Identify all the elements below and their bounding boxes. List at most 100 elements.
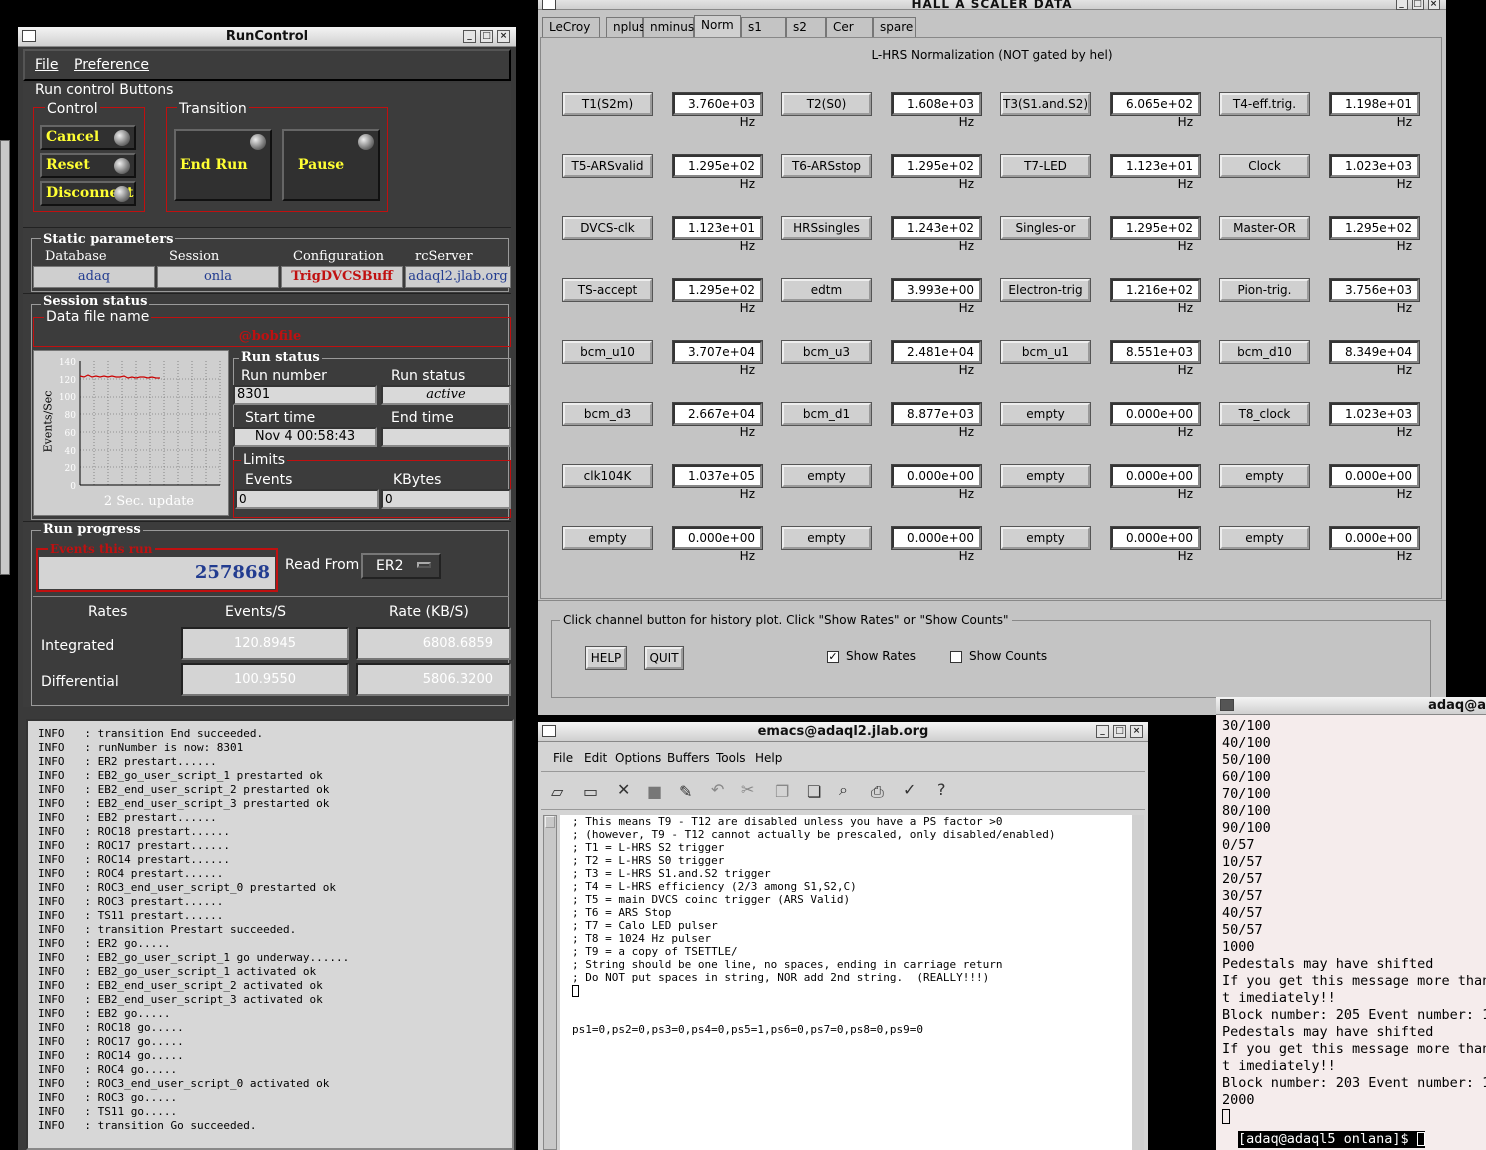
- events-limit-input[interactable]: 0: [235, 489, 379, 509]
- minimize-icon[interactable]: _: [1396, 0, 1408, 10]
- channel-button[interactable]: T5-ARSvalid: [563, 155, 652, 177]
- log-line: INFO : ROC3_end_user_script_0 prestarted…: [38, 881, 337, 894]
- menu-help[interactable]: Help: [755, 751, 782, 765]
- menu-tools[interactable]: Tools: [716, 751, 746, 765]
- disconnect-button[interactable]: Disconnect: [40, 181, 136, 206]
- channel-button[interactable]: T1(S2m): [563, 93, 652, 115]
- minimize-icon[interactable]: _: [1096, 725, 1109, 738]
- show-rates-checkbox[interactable]: ✓: [827, 651, 839, 663]
- reset-button[interactable]: Reset: [40, 153, 136, 178]
- help-icon[interactable]: ?: [937, 780, 946, 799]
- print-icon[interactable]: ⎙: [871, 782, 884, 802]
- channel-button[interactable]: bcm_d1: [782, 403, 871, 425]
- terminal-cursor: [1222, 1109, 1230, 1124]
- menu-edit[interactable]: Edit: [584, 751, 607, 765]
- channel-button[interactable]: Clock: [1220, 155, 1309, 177]
- window-menu-icon[interactable]: [542, 0, 556, 10]
- window-menu-icon[interactable]: [1220, 699, 1234, 711]
- read-from-select[interactable]: ER2: [361, 553, 441, 579]
- show-counts-checkbox[interactable]: [950, 651, 962, 663]
- cut-icon[interactable]: ✂: [741, 780, 754, 799]
- channel-button[interactable]: empty: [563, 527, 652, 549]
- close-icon[interactable]: ×: [1130, 725, 1143, 738]
- help-button[interactable]: HELP: [586, 647, 626, 669]
- tab-cer[interactable]: Cer: [826, 17, 873, 37]
- channel-button[interactable]: edtm: [782, 279, 871, 301]
- tab-lecroy[interactable]: LeCroy: [542, 17, 600, 37]
- close-buffer-icon[interactable]: ✕: [617, 780, 630, 799]
- channel-button[interactable]: empty: [782, 527, 871, 549]
- channel-button[interactable]: bcm_u3: [782, 341, 871, 363]
- shell-prompt[interactable]: [adaq@adaql5 onlana]$: [1238, 1131, 1425, 1148]
- menu-file[interactable]: File: [35, 57, 58, 73]
- minimize-icon[interactable]: _: [463, 30, 476, 43]
- channel-button[interactable]: T4-eff.trig.: [1220, 93, 1309, 115]
- maximize-icon[interactable]: □: [480, 30, 493, 43]
- scaler-titlebar[interactable]: HALL A SCALER DATA _ □ ×: [538, 0, 1446, 11]
- channel-button[interactable]: T6-ARSstop: [782, 155, 871, 177]
- kbytes-limit-input[interactable]: 0: [381, 489, 511, 509]
- search-icon[interactable]: ⌕: [839, 780, 848, 800]
- scroll-thumb[interactable]: [545, 816, 555, 828]
- channel-button[interactable]: bcm_d10: [1220, 341, 1309, 363]
- rcserver-label: rcServer: [415, 249, 473, 264]
- window-menu-icon[interactable]: [22, 30, 36, 42]
- emacs-buffer[interactable]: ; This means T9 - T12 are disabled unles…: [560, 815, 1132, 1150]
- channel-button[interactable]: empty: [1220, 527, 1309, 549]
- channel-button[interactable]: empty: [782, 465, 871, 487]
- tab-spare[interactable]: spare: [873, 17, 916, 37]
- channel-button[interactable]: empty: [1001, 527, 1090, 549]
- channel-button[interactable]: empty: [1001, 465, 1090, 487]
- tab-norm[interactable]: Norm: [694, 15, 741, 38]
- undo-icon[interactable]: ↶: [711, 780, 724, 799]
- copy-icon[interactable]: ❐: [775, 782, 789, 801]
- quit-button[interactable]: QUIT: [645, 647, 683, 669]
- channel-button[interactable]: Singles-or: [1001, 217, 1090, 239]
- channel-button[interactable]: bcm_d3: [563, 403, 652, 425]
- tab-s2[interactable]: s2: [786, 17, 826, 37]
- channel-button[interactable]: Electron-trig: [1001, 279, 1090, 301]
- channel-button[interactable]: T3(S1.and.S2): [1001, 93, 1090, 115]
- maximize-icon[interactable]: □: [1113, 725, 1126, 738]
- tab-s1[interactable]: s1: [741, 17, 786, 37]
- menu-buffers[interactable]: Buffers: [667, 751, 710, 765]
- channel-button[interactable]: clk104K: [563, 465, 652, 487]
- menu-options[interactable]: Options: [615, 751, 661, 765]
- tab-nplus[interactable]: nplus: [606, 17, 645, 37]
- paste-icon[interactable]: ❏: [807, 782, 821, 801]
- channel-button[interactable]: TS-accept: [563, 279, 652, 301]
- emacs-scrollbar[interactable]: [543, 815, 557, 1150]
- terminal-output[interactable]: 30/100 40/100 50/100 60/100 70/100 80/100 90/1…: [1222, 718, 1486, 1130]
- pause-button[interactable]: Pause: [282, 129, 380, 201]
- new-file-icon[interactable]: ▱: [551, 782, 563, 801]
- channel-button[interactable]: T7-LED: [1001, 155, 1090, 177]
- channel-button[interactable]: bcm_u10: [563, 341, 652, 363]
- channel-button[interactable]: empty: [1001, 403, 1090, 425]
- window-menu-icon[interactable]: [542, 725, 556, 737]
- open-folder-icon[interactable]: ▭: [583, 782, 598, 801]
- menu-preference[interactable]: Preference: [74, 57, 149, 73]
- save-icon[interactable]: ■: [647, 782, 662, 801]
- cancel-button[interactable]: Cancel: [40, 125, 136, 150]
- channel-button[interactable]: T8_clock: [1220, 403, 1309, 425]
- emacs-titlebar[interactable]: emacs@adaql2.jlab.org _ □ ×: [538, 722, 1148, 742]
- pause-label: Pause: [298, 157, 345, 173]
- close-icon[interactable]: ×: [497, 30, 510, 43]
- channel-button[interactable]: DVCS-clk: [563, 217, 652, 239]
- channel-button[interactable]: HRSsingles: [782, 217, 871, 239]
- channel-button[interactable]: empty: [1220, 465, 1309, 487]
- maximize-icon[interactable]: □: [1412, 0, 1424, 10]
- channel-button[interactable]: bcm_u1: [1001, 341, 1090, 363]
- channel-button[interactable]: Pion-trig.: [1220, 279, 1309, 301]
- runcontrol-titlebar[interactable]: RunControl _ □ ×: [18, 27, 516, 47]
- save-as-icon[interactable]: ✎: [679, 782, 692, 801]
- end-run-button[interactable]: End Run: [174, 129, 272, 201]
- terminal-titlebar[interactable]: adaq@a: [1216, 697, 1486, 715]
- channel-button[interactable]: T2(S0): [782, 93, 871, 115]
- channel-button[interactable]: Master-OR: [1220, 217, 1309, 239]
- preferences-icon[interactable]: ✓: [903, 780, 916, 799]
- tab-nminus[interactable]: nminus: [643, 17, 694, 37]
- menu-file[interactable]: File: [553, 751, 573, 765]
- message-log[interactable]: INFO : transition End succeeded. INFO : r…: [26, 719, 514, 1150]
- close-icon[interactable]: ×: [1428, 0, 1440, 10]
